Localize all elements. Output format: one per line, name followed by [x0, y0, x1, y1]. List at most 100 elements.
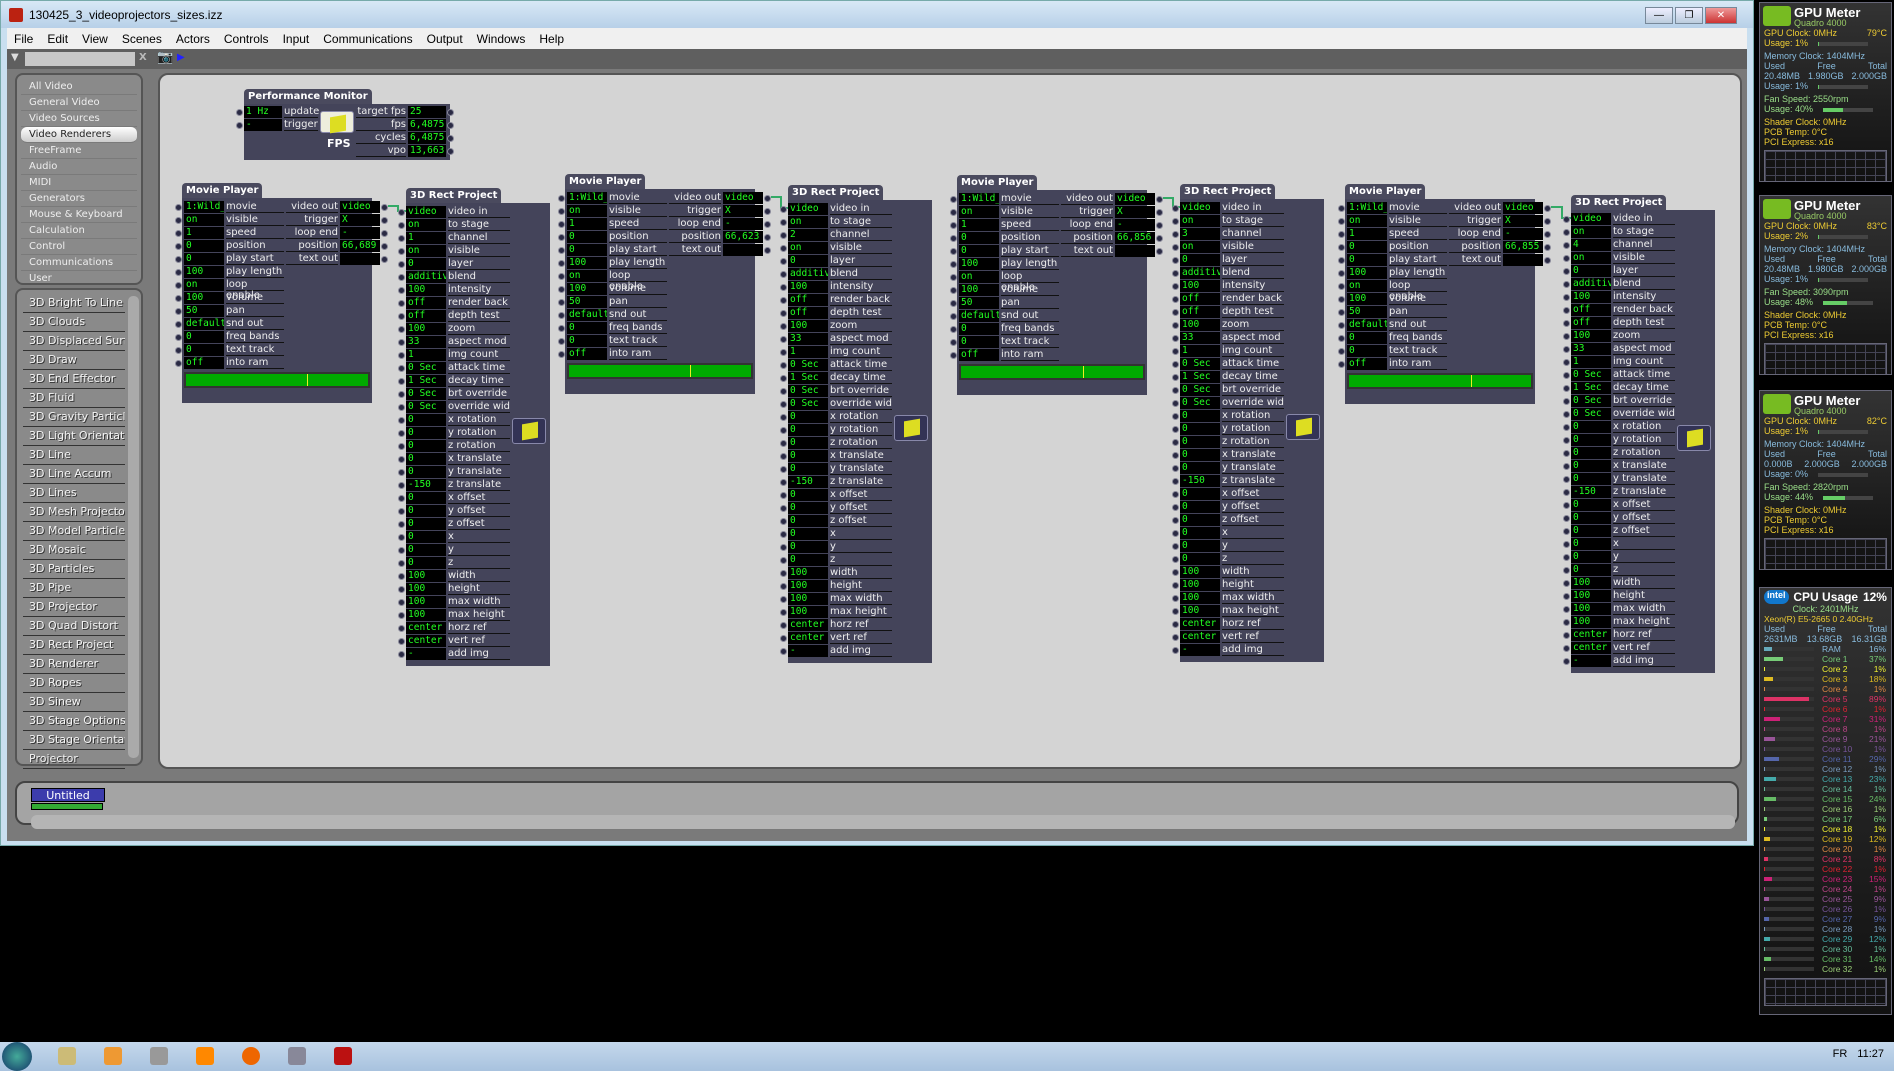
input-port[interactable] — [1563, 632, 1570, 639]
input-value[interactable]: 0 — [567, 231, 607, 243]
actor-item[interactable]: 3D End Effector — [23, 370, 125, 389]
input-value[interactable]: off — [1571, 304, 1611, 316]
output-port[interactable] — [1156, 209, 1163, 216]
camera-icon[interactable]: 📷 — [157, 50, 173, 65]
input-value[interactable]: additive — [1180, 267, 1220, 279]
input-port[interactable] — [558, 338, 565, 345]
input-value[interactable]: 33 — [1571, 343, 1611, 355]
input-port[interactable] — [1563, 346, 1570, 353]
category-item[interactable]: Communications — [21, 255, 137, 271]
tools-icon[interactable] — [288, 1047, 306, 1065]
input-value[interactable]: on — [788, 216, 828, 228]
category-item[interactable]: User — [21, 271, 137, 287]
input-value[interactable]: 0 — [1180, 254, 1220, 266]
input-port[interactable] — [558, 351, 565, 358]
input-value[interactable]: 0 — [184, 344, 224, 356]
input-port[interactable] — [1172, 218, 1179, 225]
input-value[interactable]: 0 — [1180, 488, 1220, 500]
input-port[interactable] — [1563, 606, 1570, 613]
input-port[interactable] — [398, 391, 405, 398]
input-value[interactable]: 100 — [184, 292, 224, 304]
start-button[interactable] — [2, 1042, 32, 1071]
input-port[interactable] — [1172, 595, 1179, 602]
input-value[interactable]: 0 — [788, 424, 828, 436]
input-value[interactable]: 0 — [1571, 421, 1611, 433]
input-value[interactable]: center — [788, 632, 828, 644]
category-item[interactable]: FreeFrame — [21, 143, 137, 159]
input-value[interactable]: 100 — [788, 281, 828, 293]
output-port[interactable] — [1544, 231, 1551, 238]
input-port[interactable] — [950, 261, 957, 268]
input-port[interactable] — [1172, 231, 1179, 238]
input-port[interactable] — [1172, 608, 1179, 615]
node-title[interactable]: 3D Rect Project — [1571, 195, 1667, 210]
input-port[interactable] — [1563, 411, 1570, 418]
calendar-icon[interactable] — [150, 1047, 168, 1065]
input-value[interactable]: 1 — [788, 346, 828, 358]
input-port[interactable] — [780, 297, 787, 304]
clock[interactable]: 11:27 — [1857, 1048, 1884, 1060]
menu-output[interactable]: Output — [420, 32, 470, 46]
input-value[interactable]: additive — [788, 268, 828, 280]
triangle-down-icon[interactable]: ▼ — [11, 52, 19, 63]
input-port[interactable] — [558, 208, 565, 215]
input-value[interactable]: 0 — [1180, 449, 1220, 461]
actor-item[interactable]: 3D Line Accum — [23, 465, 125, 484]
input-value[interactable]: off — [1571, 317, 1611, 329]
actor-item[interactable]: 3D Clouds — [23, 313, 125, 332]
menu-help[interactable]: Help — [532, 32, 571, 46]
input-port[interactable] — [398, 248, 405, 255]
input-port[interactable] — [1172, 556, 1179, 563]
output-port[interactable] — [1156, 235, 1163, 242]
input-value[interactable]: 50 — [184, 305, 224, 317]
input-port[interactable] — [780, 388, 787, 395]
menu-view[interactable]: View — [75, 32, 115, 46]
input-value[interactable]: 100 — [788, 567, 828, 579]
category-item[interactable]: Generators — [21, 191, 137, 207]
input-port[interactable] — [1338, 361, 1345, 368]
input-value[interactable]: 100 — [406, 583, 446, 595]
input-port[interactable] — [1172, 452, 1179, 459]
category-item[interactable]: MIDI — [21, 175, 137, 191]
input-value[interactable]: 0 — [567, 335, 607, 347]
output-port[interactable] — [381, 230, 388, 237]
input-port[interactable] — [1172, 361, 1179, 368]
category-item[interactable]: Audio — [21, 159, 137, 175]
input-value[interactable]: center — [1180, 618, 1220, 630]
input-port[interactable] — [398, 313, 405, 320]
input-port[interactable] — [780, 583, 787, 590]
actor-item[interactable]: 3D Light Orientati — [23, 427, 125, 446]
play-arrow-icon[interactable]: ▶ — [177, 52, 185, 63]
minimize-button[interactable]: — — [1645, 7, 1673, 24]
input-value[interactable]: 0 — [1571, 538, 1611, 550]
input-port[interactable] — [398, 521, 405, 528]
input-port[interactable] — [1338, 335, 1345, 342]
input-value[interactable]: 4 — [1571, 239, 1611, 251]
node-title[interactable]: Movie Player — [182, 183, 263, 198]
output-port[interactable] — [1544, 218, 1551, 225]
input-port[interactable] — [950, 196, 957, 203]
input-value[interactable]: 100 — [1347, 293, 1387, 305]
maximize-button[interactable]: ❐ — [1675, 7, 1703, 24]
movie-progress-bar[interactable] — [184, 372, 370, 388]
input-value[interactable]: on — [406, 245, 446, 257]
input-value[interactable]: 0 — [406, 518, 446, 530]
input-value[interactable]: 0 — [1571, 447, 1611, 459]
input-value[interactable]: 0 — [1347, 241, 1387, 253]
actor-item[interactable]: 3D Bright To Line — [23, 294, 125, 313]
input-value[interactable]: 1 — [406, 232, 446, 244]
input-value[interactable]: 0 — [567, 322, 607, 334]
input-value[interactable]: 0 Sec — [1571, 408, 1611, 420]
input-value[interactable]: 100 — [1180, 605, 1220, 617]
input-value[interactable]: - — [1571, 655, 1611, 667]
input-port[interactable] — [780, 206, 787, 213]
input-port[interactable] — [398, 222, 405, 229]
input-value[interactable]: on — [406, 219, 446, 231]
node-title[interactable]: Movie Player — [1345, 184, 1426, 199]
input-value[interactable]: 0 Sec — [788, 385, 828, 397]
input-port[interactable] — [780, 414, 787, 421]
input-port[interactable] — [398, 547, 405, 554]
input-port[interactable] — [780, 349, 787, 356]
input-value[interactable]: 100 — [788, 606, 828, 618]
node-title[interactable]: Performance Monitor — [244, 89, 372, 104]
